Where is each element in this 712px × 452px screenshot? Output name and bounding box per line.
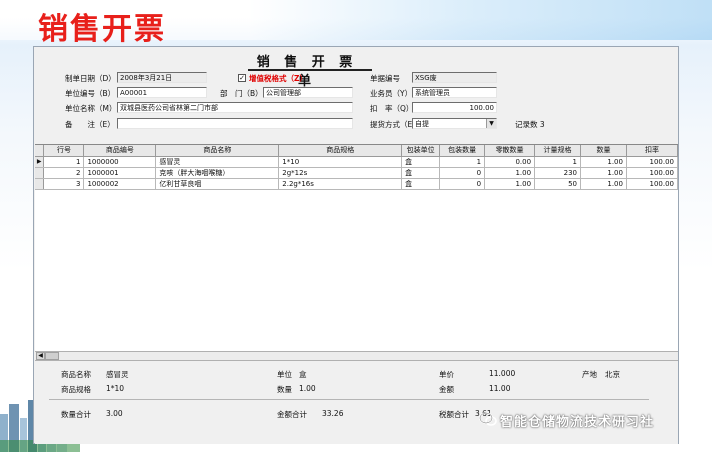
cell-pack-qty[interactable]: 0	[439, 167, 486, 179]
table-row[interactable]: ▶ 1 1000000 感冒灵 1*10 盒 1 0.00 1 1.00 100…	[35, 156, 678, 168]
record-count: 记录数 3	[515, 120, 545, 129]
scrollbar-thumb[interactable]	[45, 352, 59, 360]
col-header-loose-qty[interactable]: 零散数量	[484, 145, 536, 157]
cell-measure[interactable]: 230	[534, 167, 582, 179]
cell-rate[interactable]: 100.00	[626, 178, 678, 190]
price-value: 11.000	[489, 369, 516, 378]
cell-qty[interactable]: 1.00	[580, 178, 627, 190]
cell-unit[interactable]: 盒	[401, 178, 441, 190]
grid-header-row: 行号 商品编号 商品名称 商品规格 包装单位 包装数量 零散数量 计量规格 数量…	[35, 145, 678, 157]
wechat-icon	[479, 412, 497, 426]
cell-name[interactable]: 克咳（胖大海咽喉糖）	[155, 167, 280, 179]
item-spec-value: 1*10	[106, 384, 125, 393]
invoice-date-field[interactable]: 2008年3月21日	[117, 72, 207, 83]
cell-name[interactable]: 感冒灵	[155, 156, 280, 168]
invoice-date-label: 制单日期（D）	[65, 74, 116, 83]
row-header	[35, 167, 45, 179]
amount-value: 11.00	[489, 384, 511, 393]
unit-code-label: 单位编号（B）	[65, 89, 116, 98]
settle-select[interactable]: 自提 ▼	[412, 118, 497, 129]
current-row-indicator-icon: ▶	[35, 156, 45, 168]
details-divider	[49, 399, 649, 400]
cell-pack-qty[interactable]: 1	[439, 156, 486, 168]
origin-value: 北京	[605, 370, 620, 379]
slide-title: 销售开票	[38, 12, 166, 47]
qty-label: 数量	[277, 385, 292, 394]
doc-no-label: 单据编号	[370, 74, 400, 83]
cell-loose-qty[interactable]: 1.00	[484, 178, 536, 190]
qty-total-value: 3.00	[106, 409, 123, 418]
col-header-qty[interactable]: 数量	[580, 145, 627, 157]
cell-rate[interactable]: 100.00	[626, 156, 678, 168]
scroll-left-icon[interactable]: ◀	[36, 352, 45, 360]
cell-spec[interactable]: 2.2g*16s	[278, 178, 403, 190]
cell-pack-qty[interactable]: 0	[439, 178, 486, 190]
grid-corner	[35, 145, 45, 157]
dept-field[interactable]: 公司管理部	[263, 87, 353, 98]
cell-name[interactable]: 亿利甘草良咽	[155, 178, 280, 190]
settle-select-value: 自提	[415, 120, 429, 128]
title-underline	[248, 69, 372, 71]
remark-label: 备 注（E）	[65, 120, 115, 129]
col-header-unit[interactable]: 包装单位	[401, 145, 441, 157]
cell-row-no[interactable]: 1	[43, 156, 85, 168]
watermark-text: 智能仓储物流技术研习社	[500, 415, 655, 430]
dept-label: 部 门（B）	[220, 89, 263, 98]
cell-row-no[interactable]: 2	[43, 167, 85, 179]
tax-mode-checkbox[interactable]: ✓	[238, 74, 246, 82]
col-header-measure[interactable]: 计量规格	[534, 145, 582, 157]
amount-label: 金额	[439, 385, 454, 394]
salesman-label: 业务员（Y）	[370, 89, 413, 98]
cell-qty[interactable]: 1.00	[580, 156, 627, 168]
row-header	[35, 178, 45, 190]
unit-name-field[interactable]: 双城县医药公司省林第二门市部	[117, 102, 353, 113]
table-row[interactable]: 3 1000002 亿利甘草良咽 2.2g*16s 盒 0 1.00 50 1.…	[35, 178, 678, 190]
tax-mode-label: 增值税格式（Z）	[249, 74, 307, 83]
cell-code[interactable]: 1000002	[83, 178, 157, 190]
item-details-panel: 商品名称 感冒灵 单位 盒 单价 11.000 产地 北京 商品规格 1*10 …	[35, 360, 678, 444]
item-unit-value: 盒	[299, 370, 307, 379]
cell-row-no[interactable]: 3	[43, 178, 85, 190]
col-header-name[interactable]: 商品名称	[155, 145, 280, 157]
amount-total-value: 33.26	[322, 409, 344, 418]
item-name-value: 感冒灵	[106, 370, 129, 379]
item-unit-label: 单位	[277, 370, 292, 379]
col-header-row-no[interactable]: 行号	[43, 145, 85, 157]
amount-total-label: 金额合计	[277, 410, 307, 419]
item-name-label: 商品名称	[61, 370, 91, 379]
cell-measure[interactable]: 50	[534, 178, 582, 190]
price-label: 单价	[439, 370, 454, 379]
horizontal-scrollbar[interactable]: ◀	[35, 351, 678, 360]
cell-spec[interactable]: 2g*12s	[278, 167, 403, 179]
cell-loose-qty[interactable]: 0.00	[484, 156, 536, 168]
cell-unit[interactable]: 盒	[401, 167, 441, 179]
cell-rate[interactable]: 100.00	[626, 167, 678, 179]
cell-measure[interactable]: 1	[534, 156, 582, 168]
table-row[interactable]: 2 1000001 克咳（胖大海咽喉糖） 2g*12s 盒 0 1.00 230…	[35, 167, 678, 179]
col-header-code[interactable]: 商品编号	[83, 145, 157, 157]
discount-label: 扣 率（Q）	[370, 104, 414, 113]
cell-qty[interactable]: 1.00	[580, 167, 627, 179]
cell-code[interactable]: 1000001	[83, 167, 157, 179]
col-header-rate[interactable]: 扣率	[626, 145, 678, 157]
discount-field[interactable]: 100.00	[412, 102, 497, 113]
cell-loose-qty[interactable]: 1.00	[484, 167, 536, 179]
item-spec-label: 商品规格	[61, 385, 91, 394]
remark-field[interactable]	[117, 118, 353, 129]
qty-total-label: 数量合计	[61, 410, 91, 419]
cell-spec[interactable]: 1*10	[278, 156, 403, 168]
unit-code-field[interactable]: A00001	[117, 87, 207, 98]
cell-code[interactable]: 1000000	[83, 156, 157, 168]
origin-label: 产地	[582, 370, 597, 379]
col-header-pack-qty[interactable]: 包装数量	[439, 145, 486, 157]
chevron-down-icon[interactable]: ▼	[486, 119, 496, 128]
qty-value: 1.00	[299, 384, 316, 393]
sales-invoice-window: 销 售 开 票 单 制单日期（D） 2008年3月21日 ✓ 增值税格式（Z） …	[33, 46, 679, 444]
col-header-spec[interactable]: 商品规格	[278, 145, 403, 157]
cell-unit[interactable]: 盒	[401, 156, 441, 168]
unit-name-label: 单位名称（M）	[65, 104, 117, 113]
salesman-field[interactable]: 系统管理员	[412, 87, 497, 98]
tax-total-label: 税额合计	[439, 410, 469, 419]
doc-no-field[interactable]: XSG废	[412, 72, 497, 83]
